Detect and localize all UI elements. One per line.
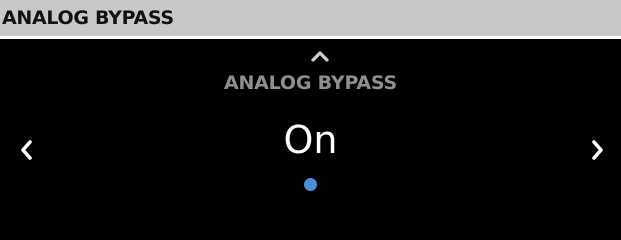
parameter-label: ANALOG BYPASS xyxy=(223,72,398,94)
page-indicator xyxy=(0,178,621,191)
parameter-value: On xyxy=(283,118,338,162)
chevron-up-icon[interactable] xyxy=(298,47,342,63)
section-title: ANALOG BYPASS xyxy=(2,7,174,29)
section-header-bar: ANALOG BYPASS xyxy=(0,0,621,36)
chevron-right-icon[interactable] xyxy=(584,134,610,166)
device-display-screen: ANALOG BYPASS On xyxy=(0,39,621,240)
page-indicator-dot-active xyxy=(304,178,317,191)
